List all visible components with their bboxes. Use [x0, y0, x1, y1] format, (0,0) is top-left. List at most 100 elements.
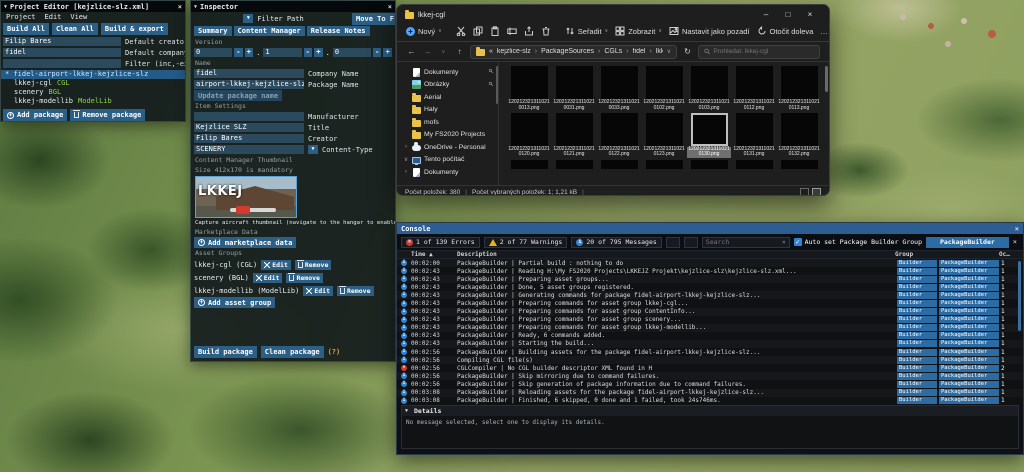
log-row[interactable]: 00:02:56 PackageBuilder | Skip generatio…: [397, 380, 1023, 389]
explorer-titlebar[interactable]: lkkej-cgl – □ ×: [397, 5, 829, 21]
log-builder-chip[interactable]: PackageBuilder: [939, 389, 999, 397]
log-row[interactable]: 00:02:43 PackageBuilder | Starting the b…: [397, 339, 1023, 349]
log-row[interactable]: 00:02:43 PackageBuilder | Preparing comm…: [397, 307, 1023, 316]
log-group-chip[interactable]: Builder: [897, 316, 937, 324]
text-field[interactable]: Filip Bares: [3, 37, 121, 46]
log-builder-chip[interactable]: PackageBuilder: [939, 324, 999, 332]
log-group-chip[interactable]: Builder: [897, 283, 937, 291]
version-patch-field[interactable]: 0: [332, 48, 371, 57]
errors-filter-button[interactable]: × 1 of 139 Errors: [401, 236, 480, 248]
collapse-icon[interactable]: ▼: [4, 4, 7, 10]
forward-icon[interactable]: →: [422, 47, 433, 56]
text-field[interactable]: fidel: [3, 48, 121, 57]
package-tree-item[interactable]: scenery BGL: [1, 88, 185, 97]
expand-chevron-icon[interactable]: ∨: [403, 156, 409, 163]
inspector-tab[interactable]: Content Manager: [233, 26, 305, 36]
log-builder-chip[interactable]: PackageBuilder: [939, 275, 999, 283]
text-field[interactable]: SCENERY: [194, 145, 304, 154]
file-thumbnail[interactable]: [645, 112, 683, 146]
log-group-chip[interactable]: Builder: [897, 397, 937, 405]
messages-filter-button[interactable]: i 20 of 795 Messages: [571, 236, 662, 248]
details-view-toggle[interactable]: [800, 187, 809, 195]
file-thumbnail[interactable]: [780, 66, 818, 99]
log-builder-chip[interactable]: PackageBuilder: [939, 308, 999, 316]
file-item[interactable]: 120212321311021 0013.png: [507, 66, 551, 112]
console-search-box[interactable]: ×: [701, 236, 790, 248]
console-scrollbar[interactable]: [1018, 261, 1021, 331]
log-group-chip[interactable]: Builder: [897, 308, 937, 316]
file-thumbnail[interactable]: [645, 160, 683, 170]
minus-button[interactable]: -: [372, 48, 382, 57]
log-row[interactable]: 00:02:56 Compiling CGL file(s) Builder P…: [397, 356, 1023, 365]
history-chevron-icon[interactable]: ∨: [438, 49, 449, 55]
file-thumbnail[interactable]: [555, 160, 593, 170]
new-button[interactable]: + Nový ∨: [406, 26, 442, 36]
sidebar-item[interactable]: › Dokumenty: [397, 166, 498, 179]
inspector-tab[interactable]: Release Notes: [306, 26, 370, 36]
version-major-field[interactable]: 0: [194, 48, 233, 57]
project-editor-titlebar[interactable]: ▼ Project Editor [kejzlice-slz.xml] ×: [1, 1, 185, 12]
breadcrumb-item[interactable]: CGLs: [594, 48, 622, 55]
expand-chevron-icon[interactable]: ›: [403, 144, 409, 150]
share-icon[interactable]: [524, 26, 534, 36]
breadcrumb-overflow[interactable]: «: [489, 48, 493, 55]
up-icon[interactable]: ↑: [454, 47, 465, 56]
file-thumbnail[interactable]: [555, 66, 593, 99]
log-builder-chip[interactable]: PackageBuilder: [939, 283, 999, 291]
minus-button[interactable]: -: [234, 48, 243, 57]
edit-asset-group-button[interactable]: Edit: [252, 272, 283, 283]
file-item[interactable]: 120212321311021 0121.png: [552, 112, 596, 159]
search-input[interactable]: [713, 48, 814, 55]
file-thumbnail[interactable]: [735, 160, 773, 170]
sidebar-item[interactable]: Aerial: [397, 91, 498, 104]
version-minor-field[interactable]: 1: [263, 48, 302, 57]
set-as-background-button[interactable]: Nastavit jako pozadí: [669, 26, 750, 36]
text-field[interactable]: Kejzlice SLZ: [194, 123, 304, 132]
close-icon[interactable]: ×: [1015, 225, 1019, 233]
log-row[interactable]: 00:02:56 PackageBuilder | Skip mirroring…: [397, 372, 1023, 381]
add-marketplace-data-button[interactable]: + Add marketplace data: [194, 237, 297, 248]
log-row[interactable]: 00:02:43 PackageBuilder | Preparing asse…: [397, 275, 1023, 284]
copy-icon[interactable]: [473, 26, 483, 36]
thumbnail-view-toggle[interactable]: [812, 187, 821, 195]
file-item[interactable]: 120212321311021 0033.png: [597, 66, 641, 112]
packagebuilder-group-chip[interactable]: PackageBuilder: [925, 236, 1009, 248]
console-search-input[interactable]: [705, 238, 782, 246]
log-group-chip[interactable]: Builder: [897, 291, 937, 299]
log-builder-chip[interactable]: PackageBuilder: [939, 372, 999, 380]
edit-asset-group-button[interactable]: Edit: [261, 259, 291, 270]
plus-button[interactable]: +: [314, 48, 323, 57]
menu-item[interactable]: Project: [6, 13, 36, 21]
edit-asset-group-button[interactable]: Edit: [303, 285, 334, 296]
sidebar-scrollbar[interactable]: [496, 66, 498, 104]
file-thumbnail[interactable]: [600, 160, 638, 170]
log-builder-chip[interactable]: PackageBuilder: [939, 332, 999, 340]
log-row[interactable]: 00:02:56 CGLCompiler | No CGL builder de…: [397, 364, 1023, 373]
collapse-icon[interactable]: ▼: [194, 4, 197, 10]
occurrences-column-header[interactable]: Oc…: [999, 251, 1013, 258]
log-builder-chip[interactable]: PackageBuilder: [939, 348, 999, 356]
add-package-button[interactable]: + Add package: [3, 109, 68, 121]
log-row[interactable]: 00:02:43 PackageBuilder | Done, 5 asset …: [397, 283, 1023, 292]
add-asset-group-button[interactable]: + Add asset group: [194, 297, 276, 308]
log-group-chip[interactable]: Builder: [897, 380, 937, 388]
plus-button[interactable]: +: [244, 48, 254, 57]
dropdown-icon[interactable]: ▼: [308, 145, 318, 154]
export-log-button[interactable]: [683, 236, 698, 248]
sidebar-item[interactable]: My FS2020 Projects: [397, 129, 498, 142]
log-row[interactable]: 00:02:43 PackageBuilder | Reading H:\My …: [397, 267, 1023, 276]
build-toolbar-button[interactable]: Build & export: [100, 23, 168, 35]
clear-search-icon[interactable]: ×: [782, 239, 786, 246]
log-row[interactable]: 00:02:43 PackageBuilder | Preparing comm…: [397, 315, 1023, 324]
log-builder-chip[interactable]: PackageBuilder: [939, 267, 999, 275]
file-item[interactable]: 120212321311021 0103.png: [687, 66, 731, 112]
log-builder-chip[interactable]: PackageBuilder: [939, 300, 999, 308]
sidebar-item[interactable]: mofs: [397, 116, 498, 129]
log-builder-chip[interactable]: PackageBuilder: [939, 340, 999, 348]
log-group-chip[interactable]: Builder: [897, 356, 937, 364]
remove-group-filter-icon[interactable]: ×: [1013, 238, 1017, 246]
log-builder-chip[interactable]: PackageBuilder: [939, 380, 999, 388]
file-item[interactable]: 120212321311021 0120.png: [507, 112, 551, 159]
log-row[interactable]: 00:02:43 PackageBuilder | Generating com…: [397, 291, 1023, 300]
log-builder-chip[interactable]: PackageBuilder: [939, 356, 999, 364]
